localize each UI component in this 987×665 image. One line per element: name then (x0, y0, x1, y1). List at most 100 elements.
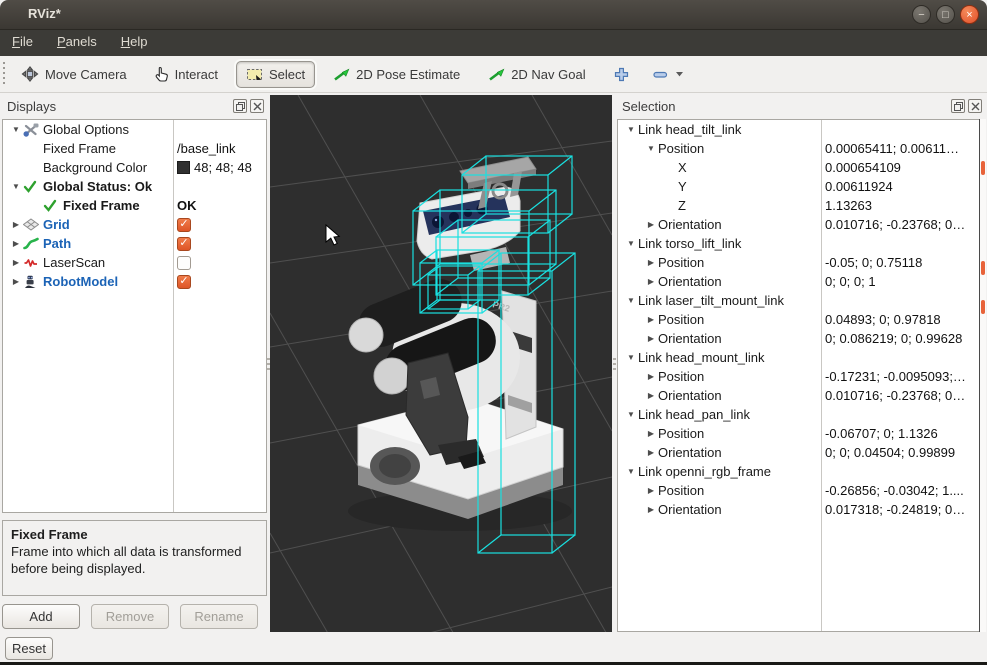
selection-tree[interactable]: ▼Link head_tilt_link▼Position0.00065411;… (617, 119, 985, 632)
menu-help[interactable]: Help (109, 30, 160, 53)
caret-down-icon (675, 71, 684, 77)
expander-open-icon[interactable]: ▼ (9, 177, 23, 196)
enabled-checkbox-unchecked[interactable] (177, 256, 191, 270)
expander-closed-icon[interactable]: ▶ (644, 310, 658, 329)
color-swatch[interactable] (177, 161, 190, 174)
row-label: Global Status: Ok (43, 177, 152, 196)
remove-tool-button[interactable] (643, 66, 694, 83)
enabled-checkbox-checked[interactable]: ✓ (177, 237, 191, 251)
tree-row-global-status-ok[interactable]: ▼ Global Status: Ok (3, 177, 266, 196)
displays-panel: Displays ▼Global OptionsFixed Frame/base… (2, 95, 267, 632)
displays-panel-title: Displays (7, 99, 233, 114)
expander-closed-icon[interactable]: ▶ (9, 215, 23, 234)
tree-row-link-head-tilt-link[interactable]: ▼Link head_tilt_link (618, 120, 984, 139)
tree-row-link-head-pan-link[interactable]: ▼Link head_pan_link (618, 405, 984, 424)
row-value (821, 291, 825, 310)
row-value: 0; 0; 0.04504; 0.99899 (821, 443, 955, 462)
expander-open-icon[interactable]: ▼ (624, 120, 638, 139)
displays-tree[interactable]: ▼Global OptionsFixed Frame/base_linkBack… (2, 119, 267, 513)
selection-scrollbar[interactable] (979, 119, 986, 632)
row-label: Position (658, 481, 704, 500)
3d-viewport[interactable]: PR2 (270, 95, 612, 632)
tree-row-link-torso-lift-link[interactable]: ▼Link torso_lift_link (618, 234, 984, 253)
nav-arrow-icon (488, 68, 505, 81)
minimize-button[interactable]: − (912, 5, 931, 24)
toolbar-drag-handle[interactable] (2, 62, 7, 86)
expander-closed-icon[interactable]: ▶ (644, 253, 658, 272)
tree-row-orientation[interactable]: ▶Orientation0.017318; -0.24819; 0… (618, 500, 984, 519)
expander-closed-icon[interactable]: ▶ (644, 367, 658, 386)
tree-row-position[interactable]: ▶Position-0.17231; -0.0095093;… (618, 367, 984, 386)
tree-row-robotmodel[interactable]: ▶RobotModel✓ (3, 272, 266, 291)
tree-row-orientation[interactable]: ▶Orientation0; 0; 0; 1 (618, 272, 984, 291)
tree-row-position[interactable]: ▶Position-0.26856; -0.03042; 1.... (618, 481, 984, 500)
expander-open-icon[interactable]: ▼ (624, 234, 638, 253)
tool-move-camera[interactable]: Move Camera (11, 60, 137, 88)
displays-panel-header: Displays (2, 95, 267, 117)
title-bar[interactable]: RViz* − □ × (0, 0, 987, 30)
expander-closed-icon[interactable]: ▶ (644, 481, 658, 500)
close-button[interactable]: × (960, 5, 979, 24)
add-tool-button[interactable] (604, 63, 639, 86)
tree-row-link-laser-tilt-mount-link[interactable]: ▼Link laser_tilt_mount_link (618, 291, 984, 310)
expander-closed-icon[interactable]: ▶ (9, 234, 23, 253)
tree-row-laserscan[interactable]: ▶LaserScan (3, 253, 266, 272)
expander-open-icon[interactable]: ▼ (624, 291, 638, 310)
tree-row-position[interactable]: ▶Position0.04893; 0; 0.97818 (618, 310, 984, 329)
expander-closed-icon[interactable]: ▶ (644, 329, 658, 348)
row-label: Link torso_lift_link (638, 234, 741, 253)
enabled-checkbox-checked[interactable]: ✓ (177, 218, 191, 232)
tree-row-orientation[interactable]: ▶Orientation0.010716; -0.23768; 0… (618, 215, 984, 234)
expander-closed-icon[interactable]: ▶ (644, 386, 658, 405)
tool-select[interactable]: Select (236, 61, 315, 88)
expander-closed-icon[interactable]: ▶ (9, 272, 23, 291)
tree-row-fixed-frame[interactable]: Fixed Frame/base_link (3, 139, 266, 158)
expander-open-icon[interactable]: ▼ (624, 462, 638, 481)
expander-open-icon[interactable]: ▼ (9, 120, 23, 139)
reset-button[interactable]: Reset (5, 637, 53, 660)
expander-closed-icon[interactable]: ▶ (644, 215, 658, 234)
expander-closed-icon[interactable]: ▶ (9, 253, 23, 272)
tool-interact[interactable]: Interact (145, 60, 228, 88)
maximize-button[interactable]: □ (936, 5, 955, 24)
tree-row-position[interactable]: ▶Position-0.06707; 0; 1.1326 (618, 424, 984, 443)
tree-row-global-options[interactable]: ▼Global Options (3, 120, 266, 139)
displays-float-button[interactable] (233, 99, 247, 113)
selection-close-button[interactable] (968, 99, 982, 113)
rename-button[interactable]: Rename (180, 604, 258, 629)
tree-row-y[interactable]: Y0.00611924 (618, 177, 984, 196)
selection-float-button[interactable] (951, 99, 965, 113)
remove-button[interactable]: Remove (91, 604, 169, 629)
tree-row-position[interactable]: ▼Position0.00065411; 0.00611… (618, 139, 984, 158)
tree-row-x[interactable]: X0.000654109 (618, 158, 984, 177)
tree-row-orientation[interactable]: ▶Orientation0; 0; 0.04504; 0.99899 (618, 443, 984, 462)
expander-closed-icon[interactable]: ▶ (644, 424, 658, 443)
expander-closed-icon[interactable]: ▶ (644, 500, 658, 519)
expander-open-icon[interactable]: ▼ (624, 405, 638, 424)
tree-row-position[interactable]: ▶Position-0.05; 0; 0.75118 (618, 253, 984, 272)
tree-row-link-openni-rgb-frame[interactable]: ▼Link openni_rgb_frame (618, 462, 984, 481)
right-splitter[interactable] (613, 358, 616, 370)
tree-row-z[interactable]: Z1.13263 (618, 196, 984, 215)
expander-open-icon[interactable]: ▼ (644, 139, 658, 158)
row-value (173, 120, 177, 139)
enabled-checkbox-checked[interactable]: ✓ (177, 275, 191, 289)
status-bar: Reset (0, 635, 987, 662)
menu-file[interactable]: File (0, 30, 45, 53)
add-button[interactable]: Add (2, 604, 80, 629)
menu-panels[interactable]: Panels (45, 30, 109, 53)
tree-row-grid[interactable]: ▶Grid✓ (3, 215, 266, 234)
expander-closed-icon[interactable]: ▶ (644, 272, 658, 291)
tree-row-fixed-frame[interactable]: Fixed FrameOK (3, 196, 266, 215)
tree-row-link-head-mount-link[interactable]: ▼Link head_mount_link (618, 348, 984, 367)
expander-open-icon[interactable]: ▼ (624, 348, 638, 367)
expander-closed-icon[interactable]: ▶ (644, 443, 658, 462)
tree-row-orientation[interactable]: ▶Orientation0.010716; -0.23768; 0… (618, 386, 984, 405)
tool-2d-pose-estimate[interactable]: 2D Pose Estimate (323, 61, 470, 88)
tree-row-orientation[interactable]: ▶Orientation0; 0.086219; 0; 0.99628 (618, 329, 984, 348)
displays-close-button[interactable] (250, 99, 264, 113)
tree-row-path[interactable]: ▶Path✓ (3, 234, 266, 253)
tool-2d-nav-goal[interactable]: 2D Nav Goal (478, 61, 595, 88)
tree-row-background-color[interactable]: Background Color48; 48; 48 (3, 158, 266, 177)
row-value: 0.010716; -0.23768; 0… (821, 215, 965, 234)
